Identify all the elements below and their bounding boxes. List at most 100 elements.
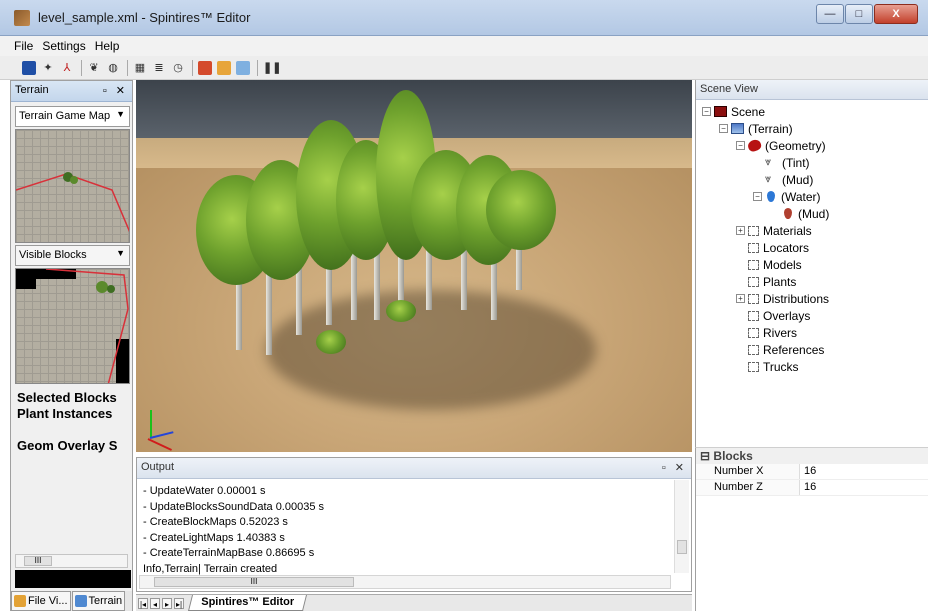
collapse-icon[interactable]: − [702,107,711,116]
minimize-button[interactable]: — [816,4,844,24]
3d-viewport[interactable] [136,80,692,452]
plant-instances-label[interactable]: Plant Instances [17,406,129,422]
terrain-minimap[interactable] [15,129,130,243]
collapse-icon[interactable]: − [736,141,745,150]
pointer-icon[interactable]: ✦ [41,61,55,75]
panel-pin-close-icon[interactable]: ▫ ✕ [103,84,128,97]
log-line: - UpdateBlocksSoundData 0.00035 s [143,500,325,513]
close-button[interactable]: X [874,4,918,24]
folder-icon [748,259,759,270]
scrollbar-thumb[interactable]: III [24,556,52,566]
tab-terrain[interactable]: Terrain [71,591,126,611]
left-panel-tabs: File Vi... Terrain [11,591,132,611]
bush [386,300,416,322]
tree-node-label: Overlays [763,308,811,323]
brush-icon[interactable]: ◍ [106,61,120,75]
tab-file-view-label: File Vi... [28,595,68,607]
mud-drop-icon [784,208,792,219]
axis-gizmo-y [150,410,152,438]
folder-icon [748,293,759,304]
visible-blocks-map[interactable] [15,268,130,384]
tree-node-label: (Water) [781,189,821,204]
tree-node[interactable]: Plants [702,273,928,290]
axis-icon[interactable]: ⅄ [60,61,74,75]
app-icon [14,10,30,26]
tree-node-label: (Tint) [782,155,810,170]
tree-node[interactable]: Trucks [702,358,928,375]
property-row-number-x[interactable]: Number X 16 [696,464,928,480]
prev-tab-button[interactable]: ◂ [150,597,160,609]
maximize-button[interactable]: □ [845,4,873,24]
copy-icon[interactable] [236,60,250,75]
terrain-panel-header: Terrain ▫ ✕ [11,81,132,102]
property-spacer [17,422,129,438]
scrollbar-thumb[interactable] [677,540,687,554]
menu-help[interactable]: Help [95,39,120,53]
clock-icon[interactable]: ◷ [171,61,185,75]
texture-icon[interactable] [198,60,212,75]
selected-blocks-label[interactable]: Selected Blocks [17,390,129,406]
next-tab-button[interactable]: ▸ [162,597,172,609]
collapse-icon[interactable]: − [753,192,762,201]
tree-node[interactable]: (Mud) [702,205,928,222]
output-vertical-scrollbar[interactable] [674,480,689,573]
tree-node-label: Rivers [763,325,798,340]
property-row-number-z[interactable]: Number Z 16 [696,480,928,496]
terrain-horizontal-scrollbar[interactable]: III [15,554,128,568]
tree-node[interactable]: − Scene [702,103,928,120]
tree-node-label: (Mud) [782,172,814,187]
terrain-panel-title: Terrain [15,84,49,96]
tree-node[interactable]: References [702,341,928,358]
collapse-icon[interactable]: − [719,124,728,133]
pause-icon[interactable]: ❚❚ [263,61,281,75]
tree-node[interactable]: ⩔ (Tint) [702,154,928,171]
tree-node[interactable]: + Materials [702,222,928,239]
menu-file[interactable]: File [14,39,33,53]
grid-icon[interactable]: ▦ [133,61,147,75]
list-icon[interactable]: ≣ [152,61,166,75]
output-panel: Output ▫ ✕ - UpdateWater 0.00001 s - Upd… [136,457,692,592]
tree-node-label: Distributions [763,291,830,306]
file-view-icon [14,595,26,607]
tab-file-view[interactable]: File Vi... [11,591,71,611]
property-value[interactable]: 16 [800,480,816,495]
tree-node-label: Locators [763,240,810,255]
scrollbar-thumb[interactable]: III [154,577,354,587]
output-horizontal-scrollbar[interactable]: III [139,575,671,589]
plant-icon[interactable]: ❦ [87,61,101,75]
save-icon[interactable] [22,60,36,75]
tree-node[interactable]: − (Geometry) [702,137,928,154]
tree-node[interactable]: Locators [702,239,928,256]
log-line: - CreateLightMaps 1.40383 s [143,531,285,544]
expand-icon[interactable]: + [736,294,745,303]
tree-node[interactable]: − (Water) [702,188,928,205]
tree-node[interactable]: + Distributions [702,290,928,307]
toolbar-separator [81,59,82,76]
collapse-icon[interactable]: ⊟ [700,449,710,463]
tree-node[interactable]: Models [702,256,928,273]
properties-panel: ⊟ Blocks Number X 16 Number Z 16 [695,447,928,611]
tab-spintires-editor[interactable]: Spintires™ Editor [188,595,307,611]
log-line: - UpdateWater 0.00001 s [143,485,266,497]
tree-node-label: References [763,342,825,357]
last-tab-button[interactable]: ▸| [174,597,184,609]
terrain-map-dropdown[interactable]: Terrain Game Map ▼ [15,106,130,127]
tree-node[interactable]: Rivers [702,324,928,341]
tree-node[interactable]: ⩔ (Mud) [702,171,928,188]
layers-icon[interactable] [217,60,231,75]
menu-bar: File Settings Help [0,36,928,56]
tree-node[interactable]: − (Terrain) [702,120,928,137]
tab-label: Spintires™ Editor [201,596,295,608]
visible-blocks-dropdown[interactable]: Visible Blocks ▼ [15,245,130,266]
first-tab-button[interactable]: |◂ [138,597,148,609]
menu-settings[interactable]: Settings [42,39,85,53]
scene-view-panel: Scene View − Scene − (Terrain) − (Geometry) ⩔(… [695,80,928,447]
panel-pin-close-icon[interactable]: ▫ ✕ [662,461,687,474]
blocks-section-header[interactable]: ⊟ Blocks [696,448,928,464]
chevron-down-icon: ▼ [116,248,125,258]
tree-node-label: Scene [731,104,766,119]
tree-node[interactable]: Overlays [702,307,928,324]
geom-overlay-label[interactable]: Geom Overlay S [17,438,129,454]
expand-icon[interactable]: + [736,226,745,235]
property-value[interactable]: 16 [800,464,816,479]
